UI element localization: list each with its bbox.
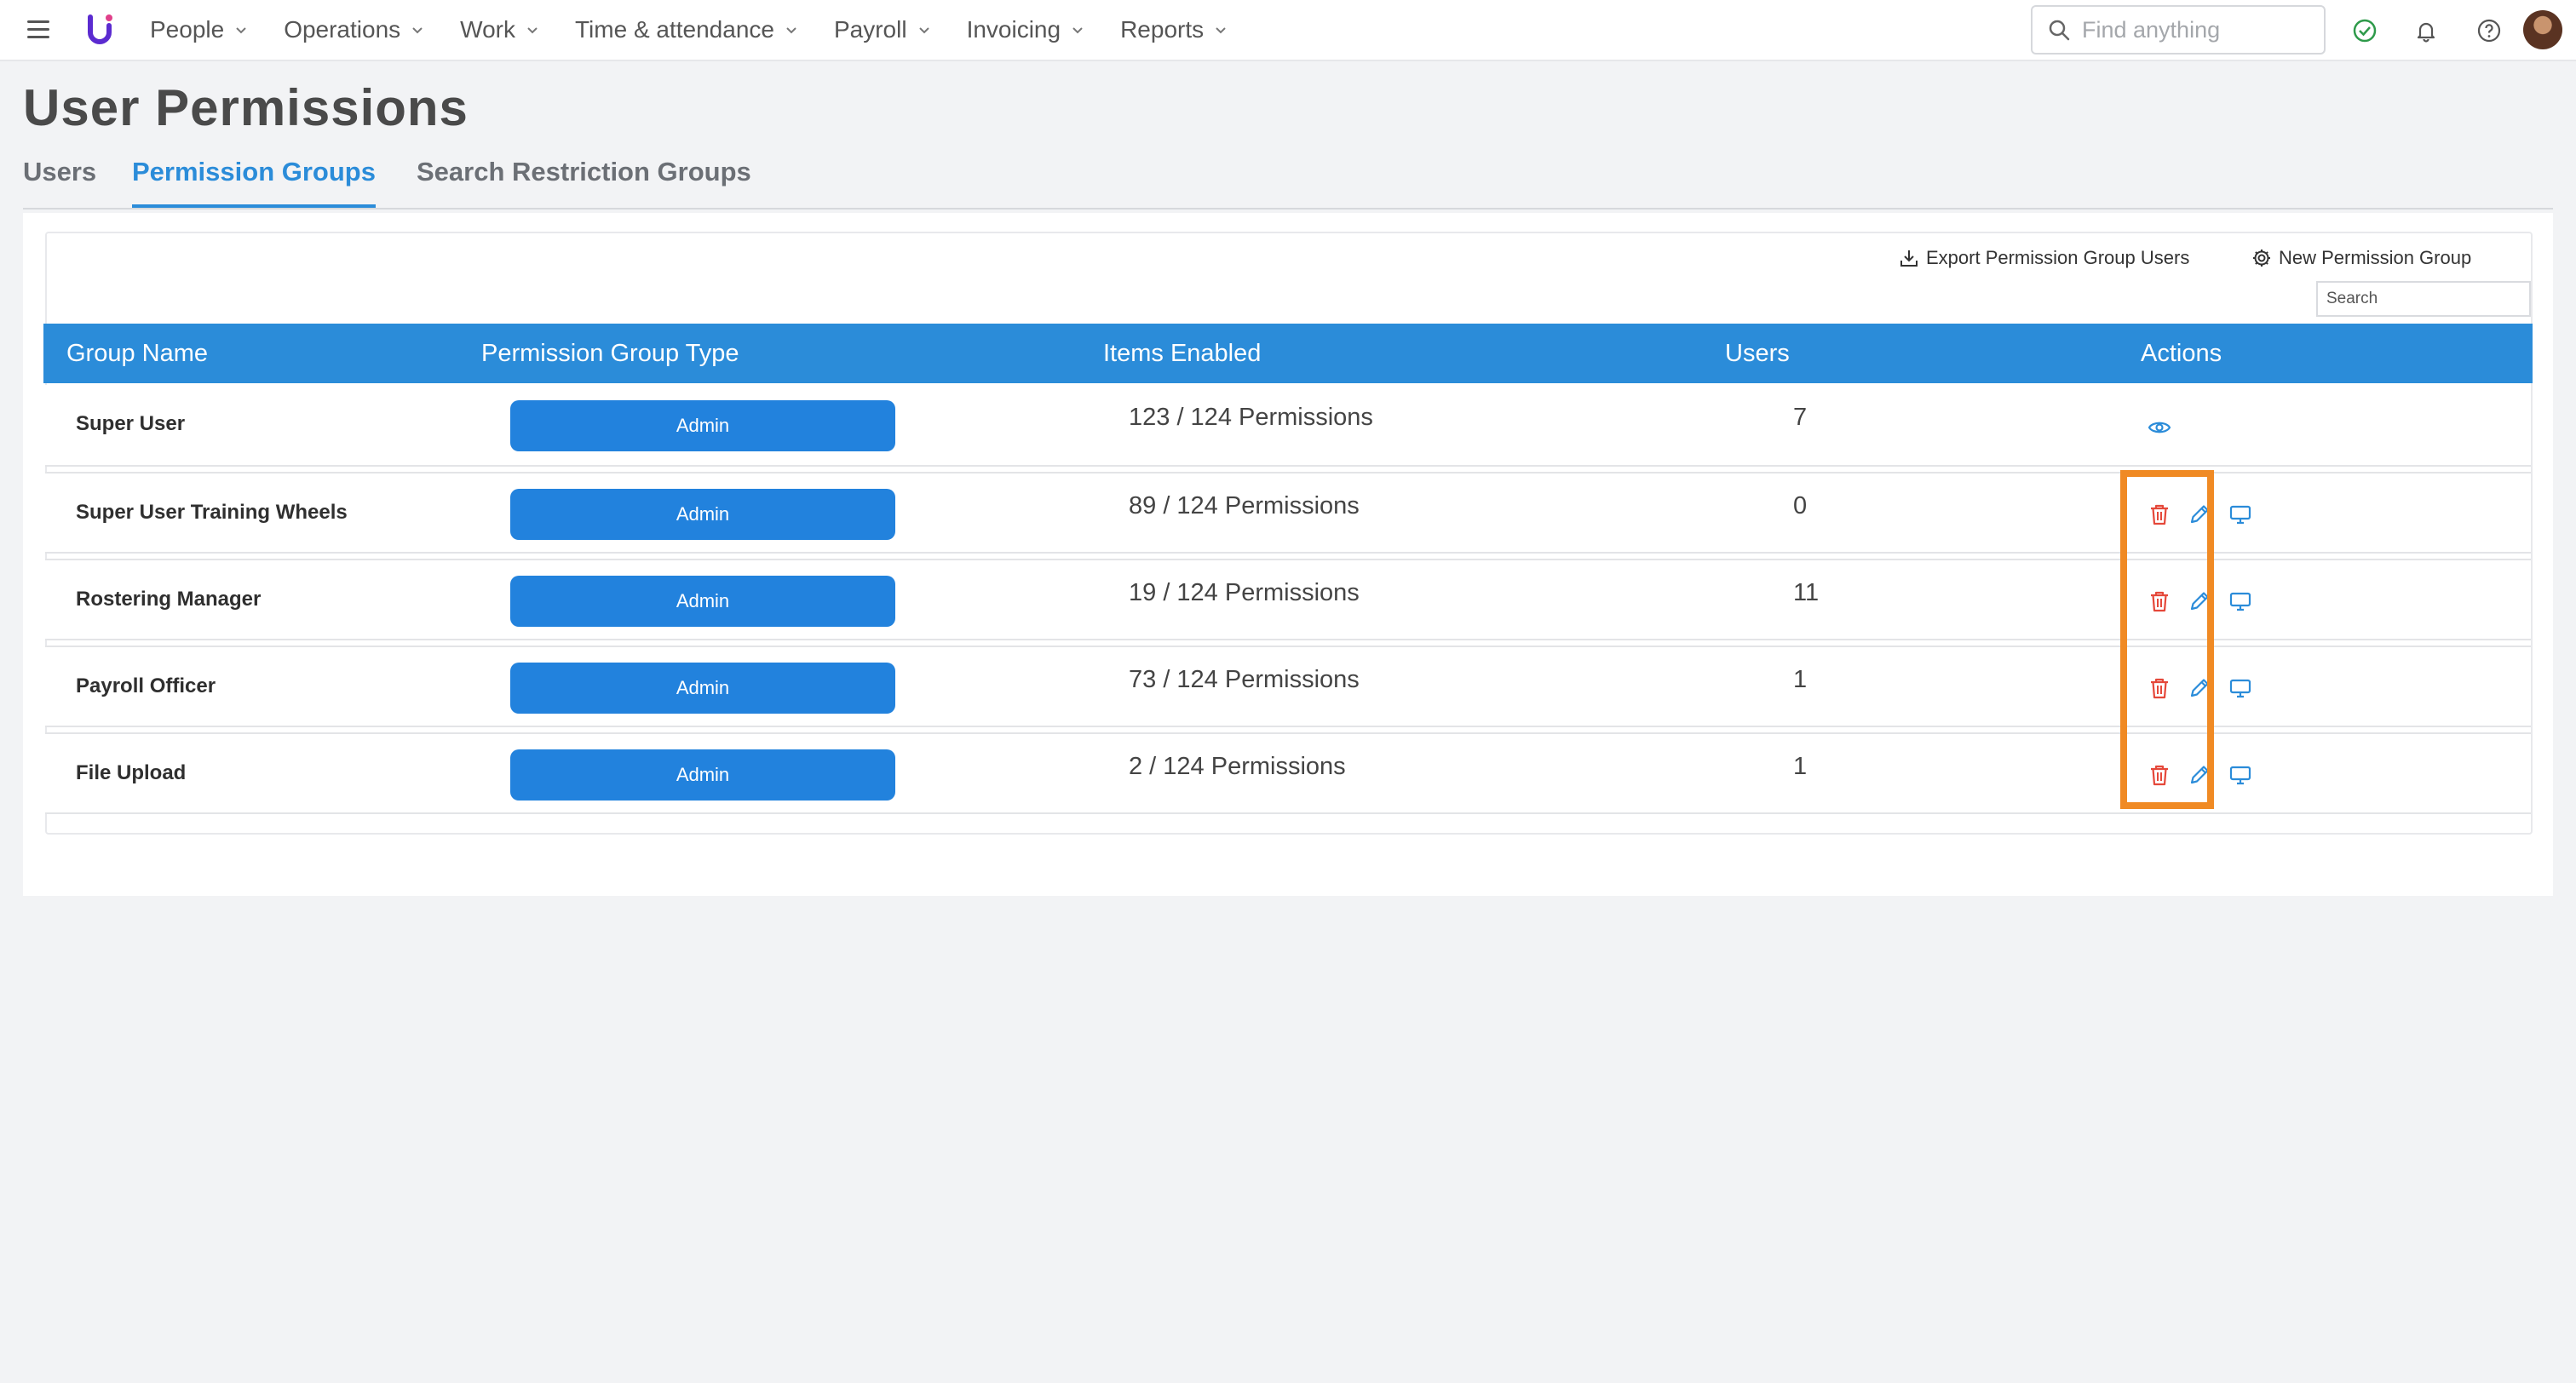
group-type-badge[interactable]: Admin: [510, 663, 895, 714]
chevron-down-icon: [786, 27, 796, 34]
group-name: Super User Training Wheels: [76, 501, 348, 524]
nav-time-attendance[interactable]: Time & attendance: [575, 16, 798, 43]
table-search-input[interactable]: [2316, 281, 2531, 317]
nav-label: Time & attendance: [574, 16, 774, 43]
users-count: 11: [1793, 579, 1820, 606]
desktop-icon[interactable]: [2228, 676, 2252, 700]
top-nav: People Operations Work Time & attendance…: [0, 0, 2576, 61]
download-icon: [1900, 250, 1918, 267]
nav-people[interactable]: People: [150, 16, 248, 43]
logo-icon[interactable]: [85, 12, 116, 46]
table-row: Payroll Officer Admin 73 / 124 Permissio…: [45, 646, 2531, 727]
chevron-down-icon: [1072, 27, 1083, 34]
table-row: File Upload Admin 2 / 124 Permissions 1: [45, 732, 2531, 814]
new-permission-group-button[interactable]: New Permission Group: [2251, 247, 2471, 269]
users-count: 7: [1793, 404, 1808, 431]
header-group-type[interactable]: Permission Group Type: [481, 340, 739, 368]
nav-label: Invoicing: [966, 16, 1061, 43]
header-items-enabled[interactable]: Items Enabled: [1103, 340, 1261, 368]
tab-users[interactable]: Users: [23, 157, 96, 206]
export-users-button[interactable]: Export Permission Group Users: [1899, 247, 2189, 269]
table-row: Super User Admin 123 / 124 Permissions 7: [45, 385, 2531, 467]
eye-icon[interactable]: [2148, 416, 2171, 439]
page-title: User Permissions: [23, 79, 469, 136]
items-enabled: 89 / 124 Permissions: [1129, 492, 1360, 519]
avatar[interactable]: [2523, 10, 2562, 49]
items-enabled: 123 / 124 Permissions: [1129, 404, 1373, 431]
trash-icon[interactable]: [2148, 676, 2171, 700]
table-row: Super User Training Wheels Admin 89 / 12…: [45, 472, 2531, 554]
desktop-icon[interactable]: [2228, 502, 2252, 526]
chevron-down-icon: [1216, 27, 1226, 34]
items-enabled: 2 / 124 Permissions: [1129, 753, 1346, 780]
nav-label: Reports: [1120, 16, 1205, 43]
table-row: Rostering Manager Admin 19 / 124 Permiss…: [45, 559, 2531, 640]
help-icon[interactable]: [2475, 17, 2503, 44]
content-panel: Export Permission Group Users New Permis…: [23, 213, 2553, 896]
group-type-badge[interactable]: Admin: [510, 749, 895, 801]
group-type-badge[interactable]: Admin: [510, 400, 895, 451]
desktop-icon[interactable]: [2228, 763, 2252, 787]
header-users[interactable]: Users: [1725, 340, 1790, 368]
group-name: File Upload: [76, 761, 187, 784]
items-enabled: 19 / 124 Permissions: [1129, 579, 1360, 606]
gear-icon: [2253, 250, 2270, 267]
nav-label: Work: [460, 16, 515, 43]
users-count: 0: [1793, 492, 1808, 519]
nav-payroll[interactable]: Payroll: [834, 16, 931, 43]
trash-icon[interactable]: [2148, 589, 2171, 613]
users-count: 1: [1793, 753, 1808, 780]
nav-label: Operations: [284, 16, 401, 43]
nav-label: Payroll: [833, 16, 907, 43]
group-name: Payroll Officer: [76, 674, 216, 697]
group-name: Super User: [76, 412, 186, 435]
tab-permission-groups[interactable]: Permission Groups: [132, 157, 376, 208]
check-circle-icon[interactable]: [2351, 17, 2378, 44]
tab-search-restriction-groups[interactable]: Search Restriction Groups: [417, 157, 751, 206]
header-actions: Actions: [2141, 340, 2222, 367]
search-icon: [2049, 20, 2070, 41]
nav-reports[interactable]: Reports: [1120, 16, 1228, 43]
chevron-down-icon: [236, 27, 246, 34]
nav-invoicing[interactable]: Invoicing: [967, 16, 1085, 43]
pencil-icon[interactable]: [2188, 502, 2211, 526]
global-search-input[interactable]: [2080, 15, 2314, 44]
nav-operations[interactable]: Operations: [284, 16, 424, 43]
trash-icon[interactable]: [2148, 502, 2171, 526]
desktop-icon[interactable]: [2228, 589, 2252, 613]
chevron-down-icon: [918, 27, 929, 34]
chevron-down-icon: [412, 27, 423, 34]
menu-icon[interactable]: [27, 20, 49, 41]
new-permission-group-label: New Permission Group: [2279, 247, 2472, 268]
nav-label: People: [150, 16, 225, 43]
users-count: 1: [1793, 666, 1808, 693]
group-name: Rostering Manager: [76, 588, 262, 611]
header-group-name[interactable]: Group Name: [66, 340, 208, 368]
bell-icon[interactable]: [2412, 17, 2440, 44]
global-search[interactable]: [2031, 5, 2326, 55]
main-menu: People Operations Work Time & attendance…: [150, 0, 1263, 60]
export-users-label: Export Permission Group Users: [1926, 247, 2190, 268]
table-header: Group Name Permission Group Type Items E…: [43, 324, 2533, 383]
items-enabled: 73 / 124 Permissions: [1129, 666, 1360, 693]
nav-work[interactable]: Work: [460, 16, 539, 43]
trash-icon[interactable]: [2148, 763, 2171, 787]
pencil-icon[interactable]: [2188, 763, 2211, 787]
pencil-icon[interactable]: [2188, 676, 2211, 700]
pencil-icon[interactable]: [2188, 589, 2211, 613]
chevron-down-icon: [527, 27, 538, 34]
group-type-badge[interactable]: Admin: [510, 576, 895, 627]
group-type-badge[interactable]: Admin: [510, 489, 895, 540]
tab-bar: Users Permission Groups Search Restricti…: [23, 157, 2553, 209]
